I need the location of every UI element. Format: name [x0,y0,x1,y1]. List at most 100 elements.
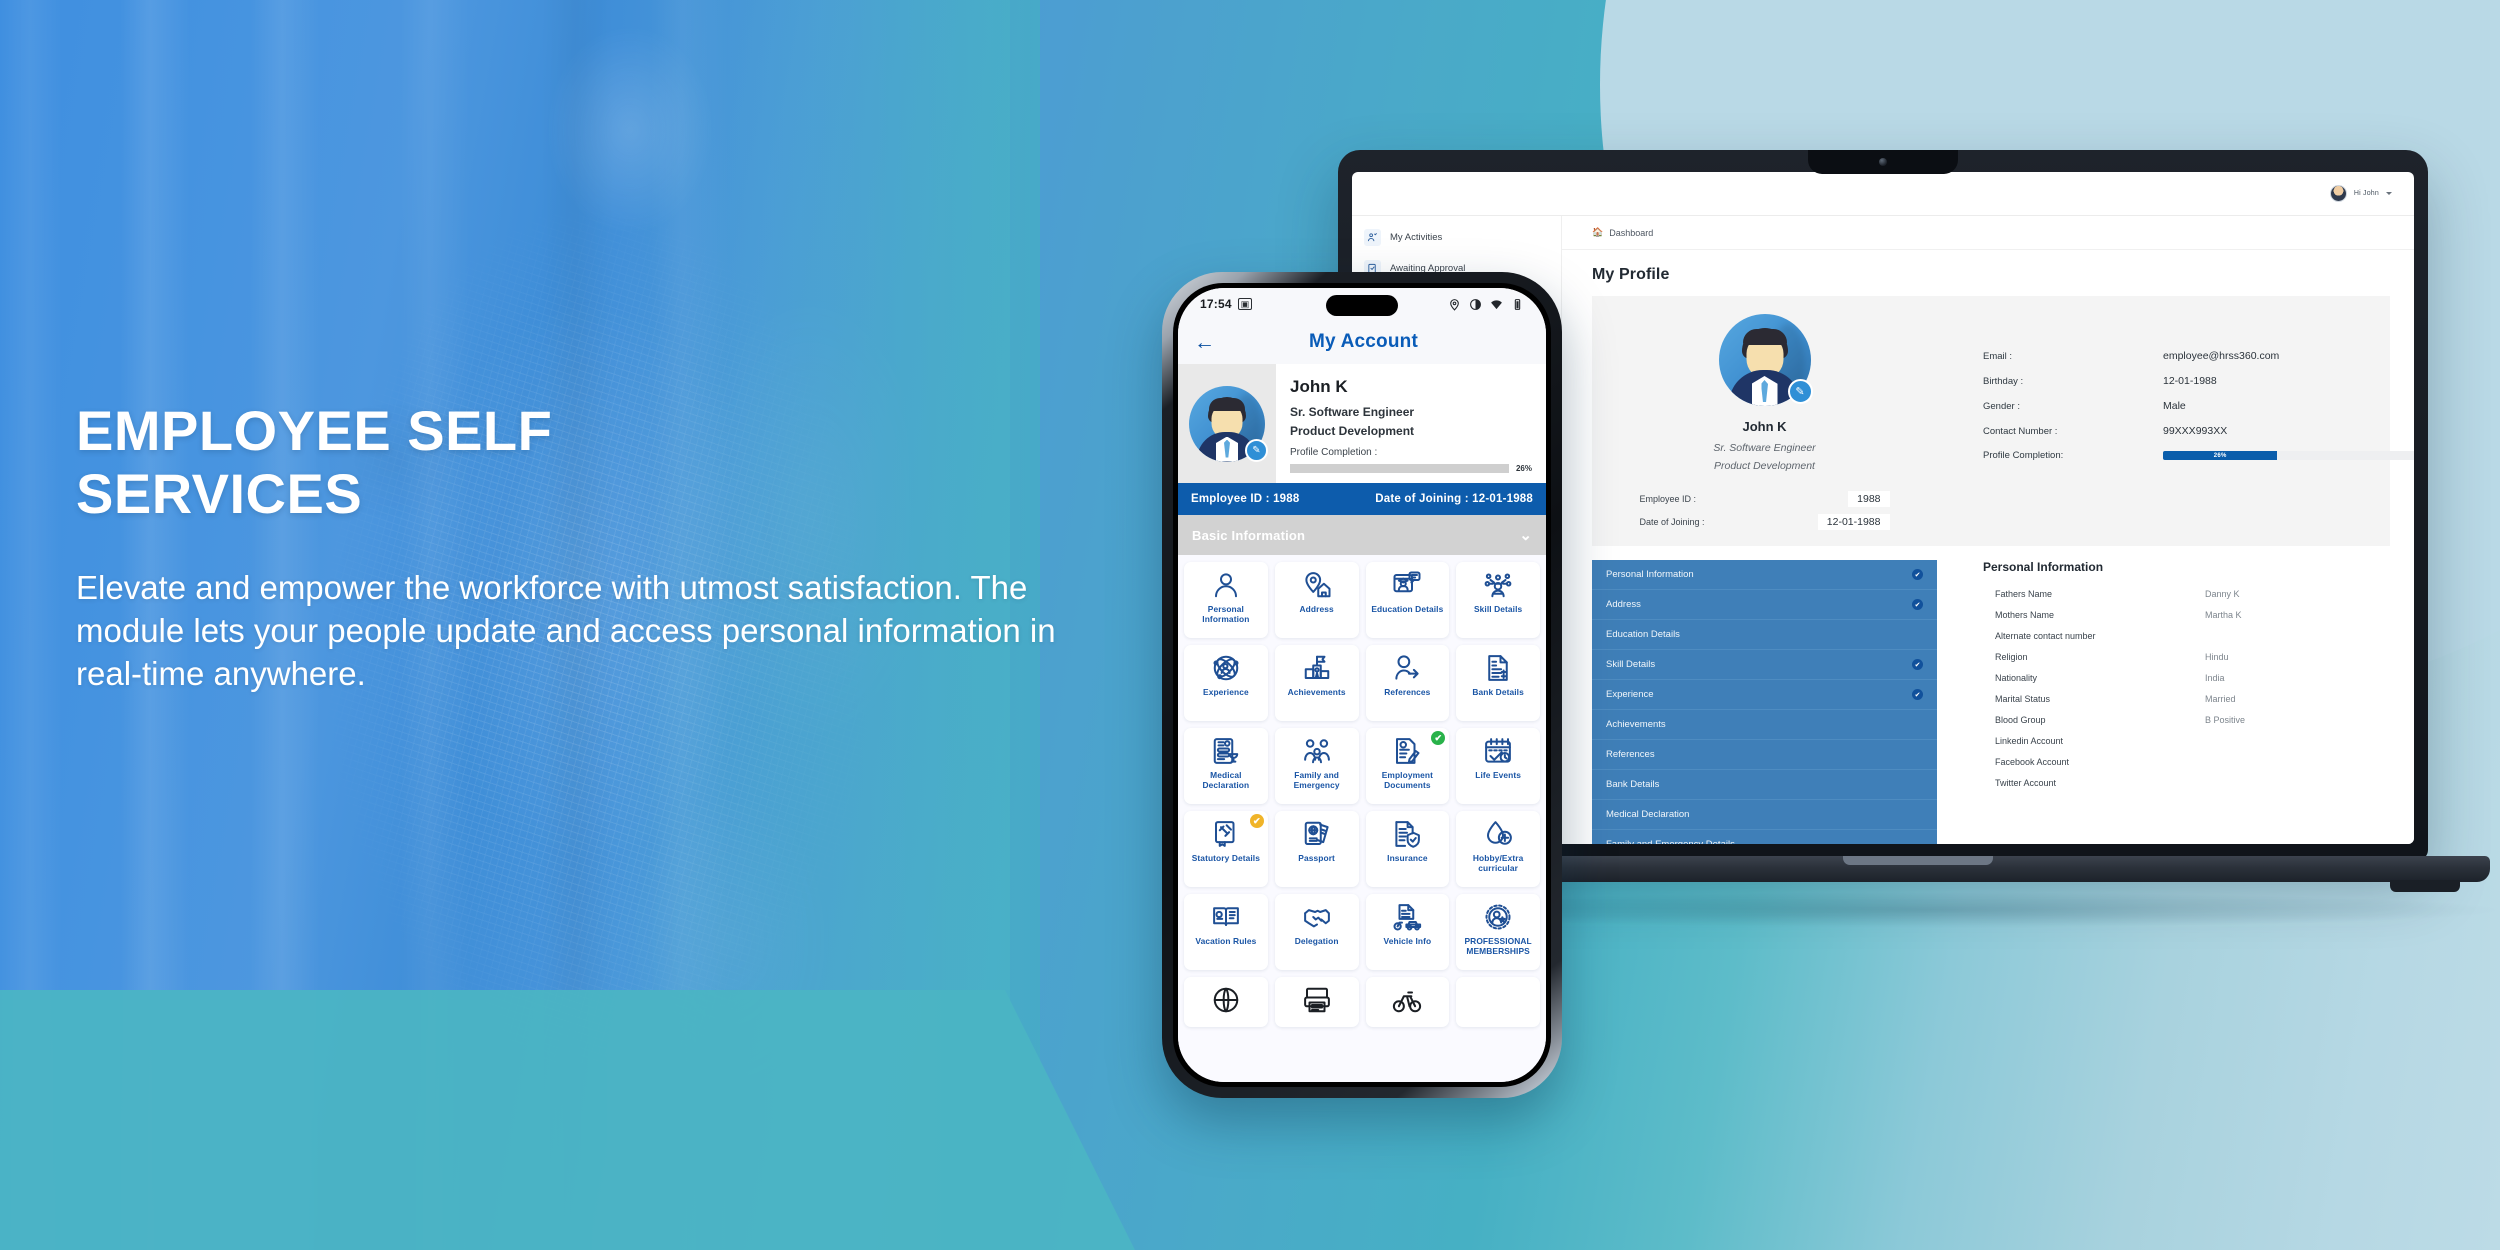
field-label: Contact Number : [1983,425,2058,437]
personal-info-value: India [2205,673,2225,683]
tile-partial[interactable] [1274,977,1359,1027]
profile-department: Product Development [1714,460,1815,472]
field-label: Gender : [1983,400,2020,412]
accordion-item-label: Address [1606,599,1641,610]
tile-statutory-details[interactable]: ✔ Statutory Details [1184,811,1268,887]
medical-doc-icon [1211,736,1241,766]
tile-insurance[interactable]: Insurance [1365,811,1450,887]
accordion-item-label: Medical Declaration [1606,809,1690,820]
personal-information-rows: Fathers Name Danny K Mothers Name Martha K A… [1983,589,2390,788]
signed-doc-icon [1392,736,1422,766]
tile-label: Experience [1203,687,1249,697]
accordion-item[interactable]: Achievements [1592,710,1937,740]
accordion-item[interactable]: Family and Emergency Details [1592,830,1937,844]
laptop-base-notch [1843,856,1993,865]
field-value: 12-01-1988 [2163,375,2217,387]
personal-info-row: Marital Status Married [1983,694,2390,704]
accordion-item[interactable]: Medical Declaration [1592,800,1937,830]
app-main: 🏠 Dashboard My Profile ✎ John K Sr. Soft… [1562,216,2414,844]
profile-field-row: Gender : Male [1983,400,2414,412]
chevron-down-icon[interactable]: ⌄ [1519,526,1532,544]
tile-education-details[interactable]: Education Details [1365,562,1450,638]
accordion-item-label: Education Details [1606,629,1680,640]
personal-info-value: Hindu [2205,652,2229,662]
employee-id-text: Employee ID : 1988 [1191,493,1300,505]
tile-life-events[interactable]: Life Events [1456,728,1540,804]
accordion-item[interactable]: Experience ✔ [1592,680,1937,710]
tile-delegation[interactable]: Delegation [1274,894,1359,970]
dynamic-island [1326,295,1398,316]
breadcrumb-label[interactable]: Dashboard [1609,228,1653,238]
chevron-down-icon[interactable] [2386,192,2392,195]
date-of-joining-row: Date of Joining : 12-01-1988 [1640,514,1890,530]
accordion-item-label: Family and Emergency Details [1606,839,1735,844]
accordion-item[interactable]: References [1592,740,1937,770]
personal-info-row: Blood Group B Positive [1983,715,2390,725]
tile-employment-documents[interactable]: ✔ Employment Documents [1365,728,1450,804]
employee-id-value: 1988 [1848,491,1890,507]
personal-information-panel: Personal Information Fathers Name Danny K… [1937,560,2390,844]
tile-partial[interactable] [1456,977,1540,1027]
profile-completion-row: 26% [1290,464,1532,473]
tile-label: Medical Declaration [1202,770,1250,790]
check-icon: ✔ [1912,599,1923,610]
tile-vehicle-info[interactable]: Vehicle Info [1365,894,1450,970]
topbar-user-menu[interactable]: Hi John [1562,172,2414,215]
personal-info-label: Fathers Name [1995,589,2053,599]
personal-info-row: Alternate contact number [1983,631,2390,641]
section-header-basic-information[interactable]: Basic Information ⌄ [1178,515,1546,555]
tile-partial[interactable] [1184,977,1268,1027]
edit-pencil-icon[interactable]: ✎ [1787,379,1813,404]
phone-status-bar: 17:54 ▣ [1178,288,1546,320]
profile-id-block: Employee ID : 1988 Date of Joining : 12-… [1640,484,1890,530]
personal-info-label: Blood Group [1995,715,2046,725]
podium-flag-icon [1302,653,1332,683]
sidebar-item-my-activities[interactable]: My Activities [1352,222,1561,253]
personal-info-label: Mothers Name [1995,610,2055,620]
shield-doc-icon [1392,819,1422,849]
tile-vacation-rules[interactable]: Vacation Rules [1184,894,1268,970]
tile-skill-details[interactable]: Skill Details [1456,562,1540,638]
tile-label: Personal Information [1202,604,1250,624]
tile-label: Family and Emergency [1293,770,1340,790]
accordion-item[interactable]: Education Details [1592,620,1937,650]
profile-completion-row: Profile Completion: 26% [1983,450,2414,461]
tile-label: Hobby/Extra curricular [1472,853,1524,873]
personal-info-label: Linkedin Account [1995,736,2064,746]
person-icon [1211,570,1241,600]
accordion-item[interactable]: Personal Information ✔ [1592,560,1937,590]
phone-bezel: 17:54 ▣ ← My Account ✎ John K Sr. Softwa… [1173,283,1551,1087]
personal-info-label: Facebook Account [1995,757,2070,767]
avatar[interactable] [2329,185,2347,202]
activities-icon [1364,229,1381,246]
tile-bank-details[interactable]: Bank Details [1456,645,1540,721]
graduate-screen-icon [1392,570,1422,600]
tile-professional-memberships[interactable]: PROFESSIONAL MEMBERSHIPS [1456,894,1540,970]
tile-address[interactable]: Address [1274,562,1359,638]
progress-bar-fill: 26% [2163,451,2278,460]
accordion-item[interactable]: Address ✔ [1592,590,1937,620]
personal-info-row: Religion Hindu [1983,652,2390,662]
section-heading: Personal Information [1983,560,2104,574]
tile-family-and-emergency[interactable]: Family and Emergency [1274,728,1359,804]
tile-passport[interactable]: Passport [1274,811,1359,887]
edit-pencil-icon[interactable]: ✎ [1245,438,1268,462]
tile-experience[interactable]: Experience [1184,645,1268,721]
accordion-item[interactable]: Bank Details [1592,770,1937,800]
do-not-disturb-icon [1470,298,1481,310]
tile-references[interactable]: References [1365,645,1450,721]
tile-hobby-extra-curricular[interactable]: Hobby/Extra curricular [1456,811,1540,887]
tile-personal-information[interactable]: Personal Information [1184,562,1268,638]
personal-info-row: Fathers Name Danny K [1983,589,2390,599]
tile-achievements[interactable]: Achievements [1274,645,1359,721]
profile-role: Sr. Software Engineer [1290,405,1415,419]
tile-medical-declaration[interactable]: Medical Declaration [1184,728,1268,804]
tile-label: PROFESSIONAL MEMBERSHIPS [1464,936,1532,956]
check-icon: ✔ [1912,689,1923,700]
profile-role: Sr. Software Engineer [1713,442,1816,454]
tile-partial[interactable] [1365,977,1450,1027]
laptop-foot [2390,880,2460,892]
accordion-item[interactable]: Skill Details ✔ [1592,650,1937,680]
check-icon: ✔ [1912,569,1923,580]
teal-wedge-bottom [0,990,1135,1250]
